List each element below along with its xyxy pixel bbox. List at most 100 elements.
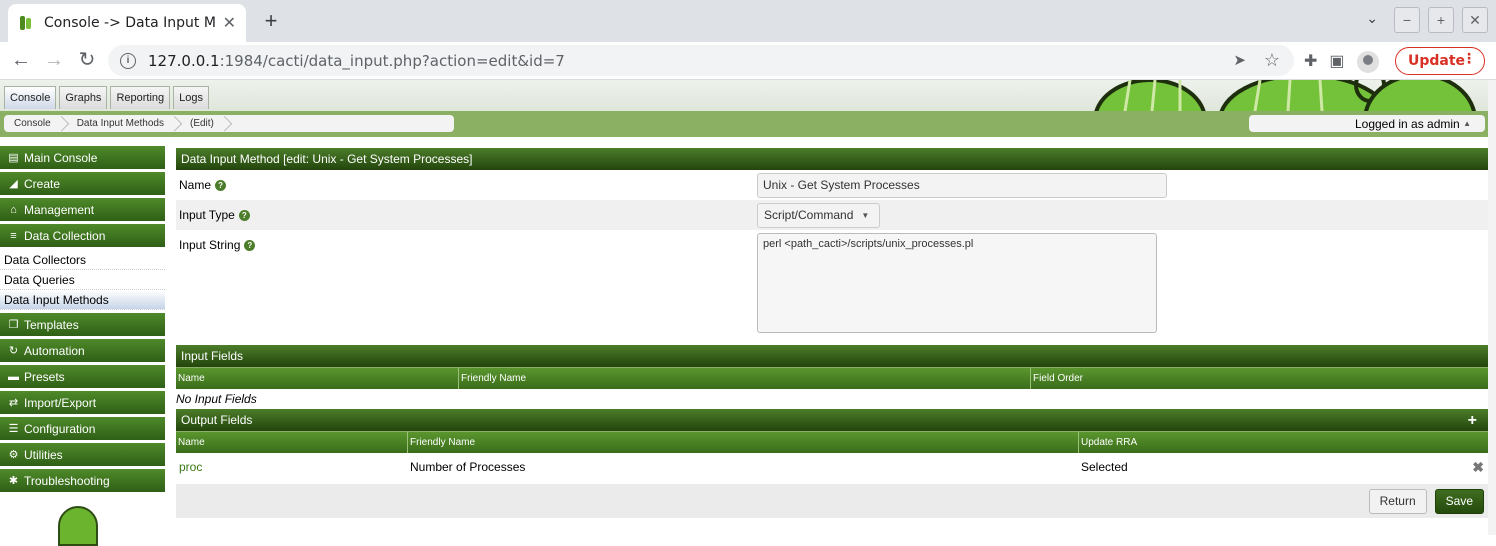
sidebar-item-create[interactable]: ◢ Create <box>0 172 165 195</box>
extensions-puzzle-icon[interactable]: ✚ <box>1304 51 1317 73</box>
back-icon[interactable]: ← <box>8 49 34 71</box>
sidebar-label: Utilities <box>24 447 63 462</box>
main-tabs: Console Graphs Reporting Logs <box>4 86 209 109</box>
url-host: 127.0.0.1 <box>148 51 220 70</box>
menu-dots-icon: ⋮ <box>1462 51 1476 67</box>
sidebar-item-templates[interactable]: ❐ Templates <box>0 313 165 336</box>
name-input[interactable]: Unix - Get System Processes <box>757 172 1167 198</box>
column-header[interactable]: Name <box>176 368 459 389</box>
sidebar-item-import-export[interactable]: ⇄ Import/Export <box>0 391 165 414</box>
sidebar-item-automation[interactable]: ↻ Automation <box>0 339 165 362</box>
sidebar-label: Automation <box>24 343 85 358</box>
column-header[interactable]: Friendly Name <box>459 368 1031 389</box>
minimize-window-button[interactable]: − <box>1394 7 1420 33</box>
new-tab-icon[interactable]: + <box>258 8 284 34</box>
breadcrumb-bar: Console Data Input Methods (Edit) Logged… <box>0 111 1488 137</box>
browser-tab-title: Console -> Data Input M <box>44 15 216 31</box>
sidebar-item-management[interactable]: ⌂ Management <box>0 198 165 221</box>
profile-avatar-icon[interactable] <box>1356 51 1379 73</box>
input-string-textarea[interactable]: perl <path_cacti>/scripts/unix_processes… <box>757 233 1157 333</box>
sidebar-item-main-console[interactable]: ▤ Main Console <box>0 146 165 169</box>
browser-tab[interactable]: Console -> Data Input M ✕ <box>8 4 246 42</box>
url-text: 127.0.0.1:1984/cacti/data_input.php?acti… <box>148 52 565 70</box>
sidebar-label: Templates <box>24 317 79 332</box>
output-fields-title: Output Fields <box>181 413 253 427</box>
user-menu[interactable]: Logged in as admin ▲ <box>1249 115 1485 132</box>
input-string-row: Input String? perl <path_cacti>/scripts/… <box>176 230 1489 345</box>
column-header[interactable]: Update RRA <box>1079 432 1489 453</box>
share-icon[interactable]: ➤ <box>1233 51 1246 69</box>
url-path: :1984/cacti/data_input.php?action=edit&i… <box>219 51 565 70</box>
help-icon[interactable]: ? <box>215 179 227 191</box>
main-content: Data Input Method [edit: Unix - Get Syst… <box>176 148 1489 518</box>
sidebar: ▤ Main Console ◢ Create ⌂ Management ≡ Data … <box>0 146 165 546</box>
form-title: Data Input Method [edit: Unix - Get Syst… <box>176 148 1489 170</box>
input-fields-header: Input Fields <box>176 345 1489 367</box>
help-icon[interactable]: ? <box>244 239 256 251</box>
input-string-label: Input String <box>179 238 241 252</box>
sidebar-label: Troubleshooting <box>24 473 110 488</box>
maximize-window-button[interactable]: + <box>1428 7 1454 33</box>
archive-icon: ▬ <box>8 370 19 383</box>
site-info-icon[interactable]: i <box>120 52 136 69</box>
cacti-header: Console Graphs Reporting Logs <box>0 80 1488 111</box>
action-bar: Return Save <box>176 484 1489 518</box>
copy-icon: ❐ <box>8 319 19 331</box>
column-header[interactable]: Field Order <box>1031 368 1489 389</box>
cacti-mascot-logo <box>58 506 98 546</box>
tab-reporting[interactable]: Reporting <box>110 86 171 109</box>
sidebar-label: Create <box>24 176 61 191</box>
caret-up-icon: ▲ <box>1463 119 1471 128</box>
add-output-field-icon[interactable]: + <box>1468 412 1477 430</box>
sidebar-item-data-collection[interactable]: ≡ Data Collection <box>0 224 165 247</box>
sidebar-item-configuration[interactable]: ☰ Configuration <box>0 417 165 440</box>
sidebar-item-data-collectors[interactable]: Data Collectors <box>0 250 165 270</box>
sidebar-label: Configuration <box>24 421 96 436</box>
return-button[interactable]: Return <box>1368 488 1427 514</box>
reload-icon[interactable]: ↻ <box>74 49 100 71</box>
map-icon: ▤ <box>8 152 19 164</box>
output-field-name-link[interactable]: proc <box>176 460 407 474</box>
close-tab-icon[interactable]: ✕ <box>223 13 236 33</box>
forward-icon[interactable]: → <box>41 49 67 71</box>
breadcrumb-console[interactable]: Console <box>14 118 51 129</box>
tab-console[interactable]: Console <box>4 86 57 109</box>
sidebar-label: Main Console <box>24 150 98 165</box>
cacti-favicon-icon <box>18 15 34 31</box>
sidebar-item-data-queries[interactable]: Data Queries <box>0 270 165 290</box>
scrollbar[interactable] <box>1488 80 1496 535</box>
name-label: Name <box>179 178 212 192</box>
help-icon[interactable]: ? <box>238 209 250 221</box>
side-panel-icon[interactable]: ▣ <box>1329 51 1344 73</box>
home-icon: ⌂ <box>10 203 17 216</box>
exchange-icon: ⇄ <box>8 397 19 409</box>
tab-graphs[interactable]: Graphs <box>59 86 108 109</box>
sidebar-item-utilities[interactable]: ⚙ Utilities <box>0 443 165 466</box>
delete-icon[interactable]: ✖ <box>1472 459 1484 476</box>
breadcrumb-edit: (Edit) <box>189 118 214 129</box>
input-type-row: Input Type? Script/Command ▼ <box>176 200 1489 230</box>
output-field-update-rra: Selected <box>1081 460 1128 474</box>
input-type-select[interactable]: Script/Command ▼ <box>757 202 881 228</box>
save-button[interactable]: Save <box>1434 488 1484 514</box>
browser-toolbar: ← → ↻ i 127.0.0.1:1984/cacti/data_input.… <box>0 42 1496 80</box>
sidebar-label: Management <box>24 202 95 217</box>
sidebar-item-troubleshooting[interactable]: ✱ Troubleshooting <box>0 469 165 492</box>
input-type-label: Input Type <box>179 208 235 222</box>
tab-logs[interactable]: Logs <box>173 86 209 109</box>
breadcrumb-data-input-methods[interactable]: Data Input Methods <box>77 118 164 129</box>
chart-area-icon: ◢ <box>9 178 18 190</box>
sidebar-item-presets[interactable]: ▬ Presets <box>0 365 165 388</box>
input-type-value: Script/Command <box>764 208 854 222</box>
tab-search-chevron-icon[interactable]: ⌄ <box>1366 10 1378 27</box>
sliders-icon: ☰ <box>8 423 19 435</box>
breadcrumb: Console Data Input Methods (Edit) <box>4 115 454 132</box>
address-bar[interactable]: i 127.0.0.1:1984/cacti/data_input.php?ac… <box>108 45 1294 76</box>
sidebar-item-data-input-methods[interactable]: Data Input Methods <box>0 290 165 310</box>
bookmark-star-icon[interactable]: ☆ <box>1264 50 1280 71</box>
column-header[interactable]: Friendly Name <box>408 432 1079 453</box>
update-button[interactable]: Update ⋮ <box>1395 47 1485 75</box>
bug-icon: ✱ <box>8 475 19 487</box>
column-header[interactable]: Name <box>176 432 408 453</box>
close-window-button[interactable]: ✕ <box>1462 7 1488 33</box>
